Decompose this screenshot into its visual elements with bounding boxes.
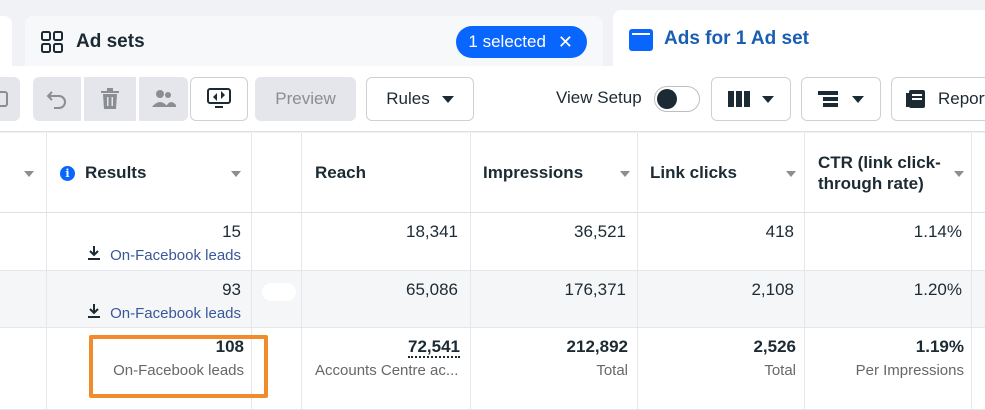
column-header-reach[interactable]: Reach [315,133,366,213]
trash-icon [101,88,119,109]
toggle-knob [657,89,677,109]
column-header-link-clicks-label: Link clicks [650,163,737,182]
column-divider [971,133,972,410]
ab-test-icon [207,88,231,108]
download-icon [88,246,101,264]
sort-caret-icon[interactable] [231,171,241,177]
results-type-link[interactable]: On-Facebook leads [88,304,241,322]
column-header-link-clicks[interactable]: Link clicks [650,133,737,213]
total-link-clicks-value: 2,526 [753,337,796,356]
undo-button[interactable] [33,77,81,121]
view-setup-label: View Setup [556,88,642,107]
undo-icon [46,91,66,109]
total-reach-value[interactable]: 72,541 [408,337,460,358]
ad-icon [628,27,653,51]
people-icon [151,90,176,107]
link-clicks-value: 418 [765,222,794,241]
rules-label: Rules [386,89,430,108]
column-divider [804,133,805,410]
tab-campaigns-stub[interactable] [0,16,12,68]
column-header-ctr-line2: through rate) [818,174,924,193]
sort-caret-icon[interactable] [24,171,34,177]
results-type-label: On-Facebook leads [110,304,241,322]
total-impressions-note: Total [596,362,628,379]
reach-value: 18,341 [406,222,458,241]
results-value: 93 [222,280,241,299]
share-button[interactable] [139,77,188,121]
column-divider [470,133,471,410]
table-row[interactable]: 15 On-Facebook leads 18,341 36,521 418 1… [0,213,985,271]
sort-caret-icon[interactable] [786,171,796,177]
total-link-clicks-note: Total [764,362,796,379]
delete-button[interactable] [84,77,136,121]
table-header: i Results Reach Impressions Link clicks … [0,133,985,213]
duplicate-button[interactable] [0,77,20,121]
tab-ads[interactable]: Ads for 1 Ad set [613,10,985,68]
link-clicks-value: 2,108 [751,280,794,299]
tab-strip: Ad sets 1 selected ✕ Ads for 1 Ad set [0,0,985,68]
caret-down-icon [441,95,454,103]
grid-icon [40,30,64,54]
redaction-blob [262,283,296,301]
column-header-impressions-label: Impressions [483,163,584,182]
column-header-reach-label: Reach [315,163,367,182]
total-ctr-note: Per Impressions [855,362,964,379]
sort-caret-icon[interactable] [954,171,964,177]
column-header-ctr-line1: CTR (link click- [818,153,941,172]
results-type-label: On-Facebook leads [110,246,241,264]
results-type-link[interactable]: On-Facebook leads [88,246,241,264]
impressions-value: 176,371 [564,280,626,299]
column-divider [46,133,47,410]
rules-button[interactable]: Rules [366,77,474,121]
toolbar: Preview Rules View Setup Report [0,66,985,132]
column-divider [301,133,302,410]
close-icon[interactable]: ✕ [558,33,573,51]
column-header-results-label: Results [85,163,147,182]
breakdown-button[interactable] [801,77,881,121]
columns-button[interactable] [711,77,791,121]
column-header-ctr[interactable]: CTR (link click- through rate) [818,133,941,213]
tab-ad-sets-label: Ad sets [76,31,145,52]
ctr-value: 1.20% [913,280,962,299]
table-row[interactable]: 93 On-Facebook leads 65,086 176,371 2,10… [0,271,985,328]
reach-value: 65,086 [406,280,458,299]
view-setup-toggle[interactable] [654,86,700,112]
reports-label: Report [938,89,985,108]
column-divider [637,133,638,410]
sort-caret-icon[interactable] [620,171,630,177]
preview-button[interactable]: Preview [255,77,356,121]
caret-down-icon [852,95,864,103]
total-impressions-value: 212,892 [566,337,628,356]
column-header-impressions[interactable]: Impressions [483,133,583,213]
impressions-value: 36,521 [574,222,626,241]
total-reach-note: Accounts Centre ac... [315,362,459,379]
info-icon[interactable]: i [60,165,75,181]
ctr-value: 1.14% [913,222,962,241]
columns-icon [728,91,750,107]
column-header-results[interactable]: i Results [60,133,146,213]
total-reach-number: 72,541 [408,337,460,358]
selected-filter-pill[interactable]: 1 selected ✕ [456,26,587,58]
breakdown-icon [818,91,838,107]
duplicate-icon [0,91,8,107]
selected-count-label: 1 selected [468,32,546,51]
tab-ad-sets[interactable]: Ad sets 1 selected ✕ [25,16,603,68]
total-ctr-value: 1.19% [915,337,964,356]
results-value: 15 [222,222,241,241]
download-icon [88,304,101,322]
reports-button[interactable]: Report [891,77,985,121]
preview-label: Preview [275,89,336,108]
ab-test-button[interactable] [190,77,248,121]
highlight-box [89,335,268,398]
caret-down-icon [762,95,774,103]
tab-ads-label: Ads for 1 Ad set [664,28,809,49]
report-icon [906,90,925,108]
